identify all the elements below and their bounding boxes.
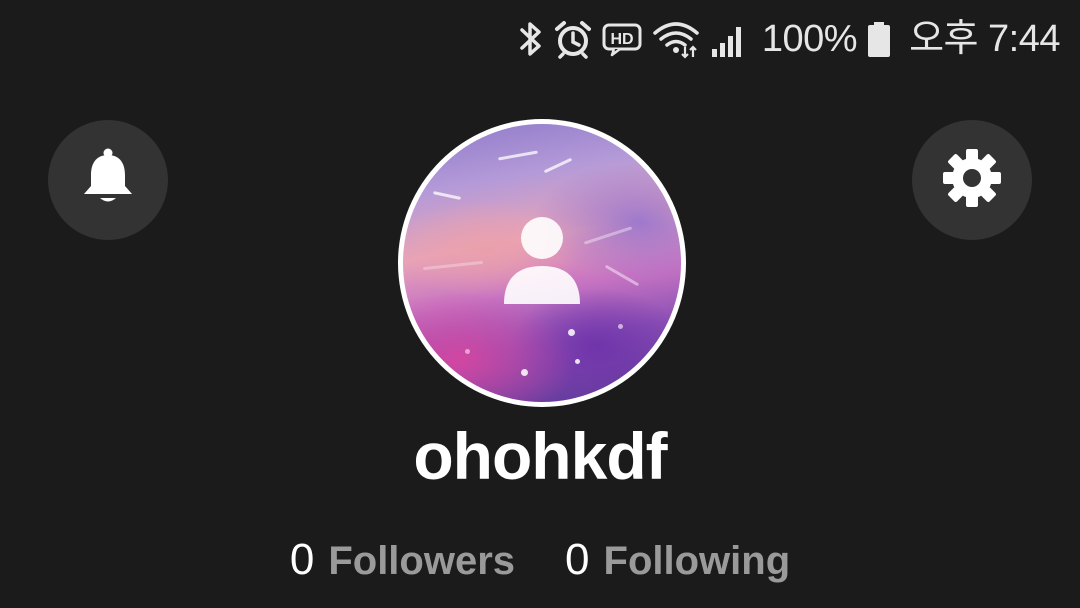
- status-bar: HD 100% 오후 7:44: [0, 0, 1080, 76]
- bell-icon: [80, 147, 136, 214]
- svg-text:HD: HD: [610, 31, 633, 48]
- following-label: Following: [603, 539, 791, 583]
- status-icons: HD 100% 오후 7:44: [518, 14, 1060, 64]
- alarm-icon: [554, 19, 592, 59]
- signal-icon: [710, 19, 746, 59]
- following-count: 0: [565, 535, 590, 584]
- settings-button[interactable]: [912, 120, 1032, 240]
- hd-voice-icon: HD: [602, 21, 642, 57]
- clock: 오후 7:44: [909, 18, 1060, 60]
- followers-label: Followers: [328, 539, 516, 583]
- followers-stat[interactable]: 0 Followers: [290, 532, 515, 589]
- battery-icon: [867, 19, 891, 59]
- followers-count: 0: [289, 535, 315, 584]
- notifications-button[interactable]: [48, 120, 168, 240]
- following-stat[interactable]: 0 Following: [565, 532, 790, 589]
- battery-percent: 100%: [761, 18, 858, 60]
- bluetooth-icon: [518, 19, 544, 59]
- avatar[interactable]: [403, 124, 681, 402]
- username: ohohkdf: [413, 419, 667, 493]
- person-icon: [498, 216, 586, 312]
- avatar-frame[interactable]: [398, 119, 686, 407]
- gear-icon: [941, 147, 1003, 214]
- wifi-icon: [652, 19, 700, 59]
- profile-stats: 0 Followers 0 Following: [0, 532, 1080, 589]
